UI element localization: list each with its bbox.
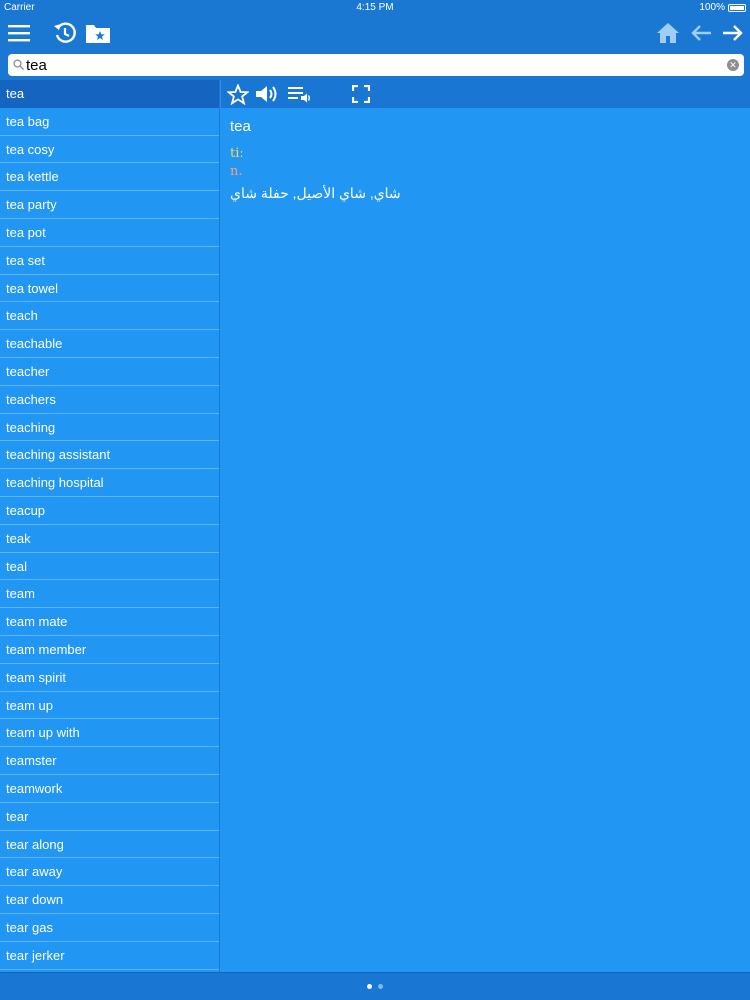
word-list[interactable]: tea tea bag tea cosy tea kettle tea party tea… — [0, 80, 220, 972]
list-item[interactable]: teacher — [0, 358, 219, 386]
history-button[interactable] — [50, 18, 80, 48]
list-item[interactable]: tea pot — [0, 219, 219, 247]
speaker-icon — [256, 86, 277, 102]
clear-search-icon[interactable]: ✕ — [727, 59, 739, 71]
entry-toolbar — [221, 80, 750, 108]
list-item[interactable]: teachers — [0, 386, 219, 414]
list-item[interactable]: tear down — [0, 886, 219, 914]
list-item[interactable]: teacup — [0, 497, 219, 525]
home-icon — [657, 23, 679, 43]
arrow-right-icon — [723, 25, 743, 41]
list-item[interactable]: tear — [0, 803, 219, 831]
forward-button[interactable] — [718, 18, 748, 48]
history-icon — [54, 22, 76, 43]
list-item[interactable]: teachable — [0, 330, 219, 358]
list-item[interactable]: tea towel — [0, 275, 219, 303]
list-item[interactable]: team — [0, 580, 219, 609]
list-item[interactable]: tear away — [0, 858, 219, 887]
entry-part-of-speech: n. — [230, 164, 243, 179]
list-item[interactable]: teach — [0, 302, 219, 331]
menu-button[interactable] — [4, 18, 34, 48]
speak-list-button[interactable] — [287, 82, 311, 106]
page-dot[interactable] — [378, 984, 383, 989]
clock: 4:15 PM — [356, 2, 394, 13]
favorites-button[interactable] — [83, 18, 113, 48]
entry-headword: tea — [230, 118, 251, 135]
page-indicator[interactable] — [0, 984, 750, 989]
list-item[interactable]: tea kettle — [0, 163, 219, 192]
list-item[interactable]: tea bag — [0, 108, 219, 136]
list-item[interactable]: tear gas — [0, 914, 219, 942]
list-item[interactable]: team member — [0, 636, 219, 664]
status-bar: Carrier 4:15 PM 100% — [0, 0, 750, 16]
battery-indicator: 100% — [699, 2, 746, 13]
battery-icon — [728, 3, 746, 12]
list-item[interactable]: tear along — [0, 831, 219, 859]
entry-pronunciation: tiː — [230, 146, 244, 161]
search-field[interactable]: ✕ — [8, 54, 744, 76]
list-item[interactable]: tea — [0, 80, 219, 108]
favorite-button[interactable] — [226, 82, 250, 106]
search-input[interactable] — [26, 54, 716, 76]
list-item[interactable]: teak — [0, 525, 219, 553]
list-item[interactable]: team mate — [0, 608, 219, 636]
list-item[interactable]: teal — [0, 553, 219, 581]
favorites-folder-icon — [86, 25, 110, 43]
speak-button[interactable] — [255, 82, 279, 106]
fullscreen-button[interactable] — [349, 82, 373, 106]
back-button[interactable] — [686, 18, 716, 48]
list-item[interactable]: team spirit — [0, 664, 219, 692]
entry-translation: شاي, شاي الأصيل, حفلة شاي — [230, 185, 401, 201]
list-item[interactable]: team up — [0, 692, 219, 720]
home-button[interactable] — [653, 18, 683, 48]
list-item[interactable]: tear jerker — [0, 942, 219, 970]
fullscreen-icon — [352, 85, 370, 103]
list-item[interactable]: teaching — [0, 414, 219, 442]
list-item[interactable]: tea cosy — [0, 136, 219, 164]
search-bar: ✕ — [0, 50, 750, 80]
list-item[interactable]: teamwork — [0, 775, 219, 803]
star-icon — [227, 83, 249, 105]
battery-percent: 100% — [699, 2, 725, 13]
page-footer — [0, 972, 750, 1000]
arrow-left-icon — [691, 25, 711, 41]
hamburger-icon — [8, 25, 30, 42]
search-icon — [13, 59, 24, 70]
entry-panel: tea tiː n. شاي, شاي الأصيل, حفلة شاي — [221, 108, 750, 972]
page-dot[interactable] — [367, 984, 372, 989]
main-toolbar — [0, 16, 750, 50]
list-item[interactable]: teaching hospital — [0, 469, 219, 497]
list-item[interactable]: teaching assistant — [0, 441, 219, 470]
list-item[interactable]: tea party — [0, 191, 219, 219]
list-item[interactable]: tea set — [0, 247, 219, 275]
playlist-audio-icon — [288, 87, 310, 103]
list-item[interactable]: team up with — [0, 719, 219, 748]
list-item[interactable]: teamster — [0, 747, 219, 775]
